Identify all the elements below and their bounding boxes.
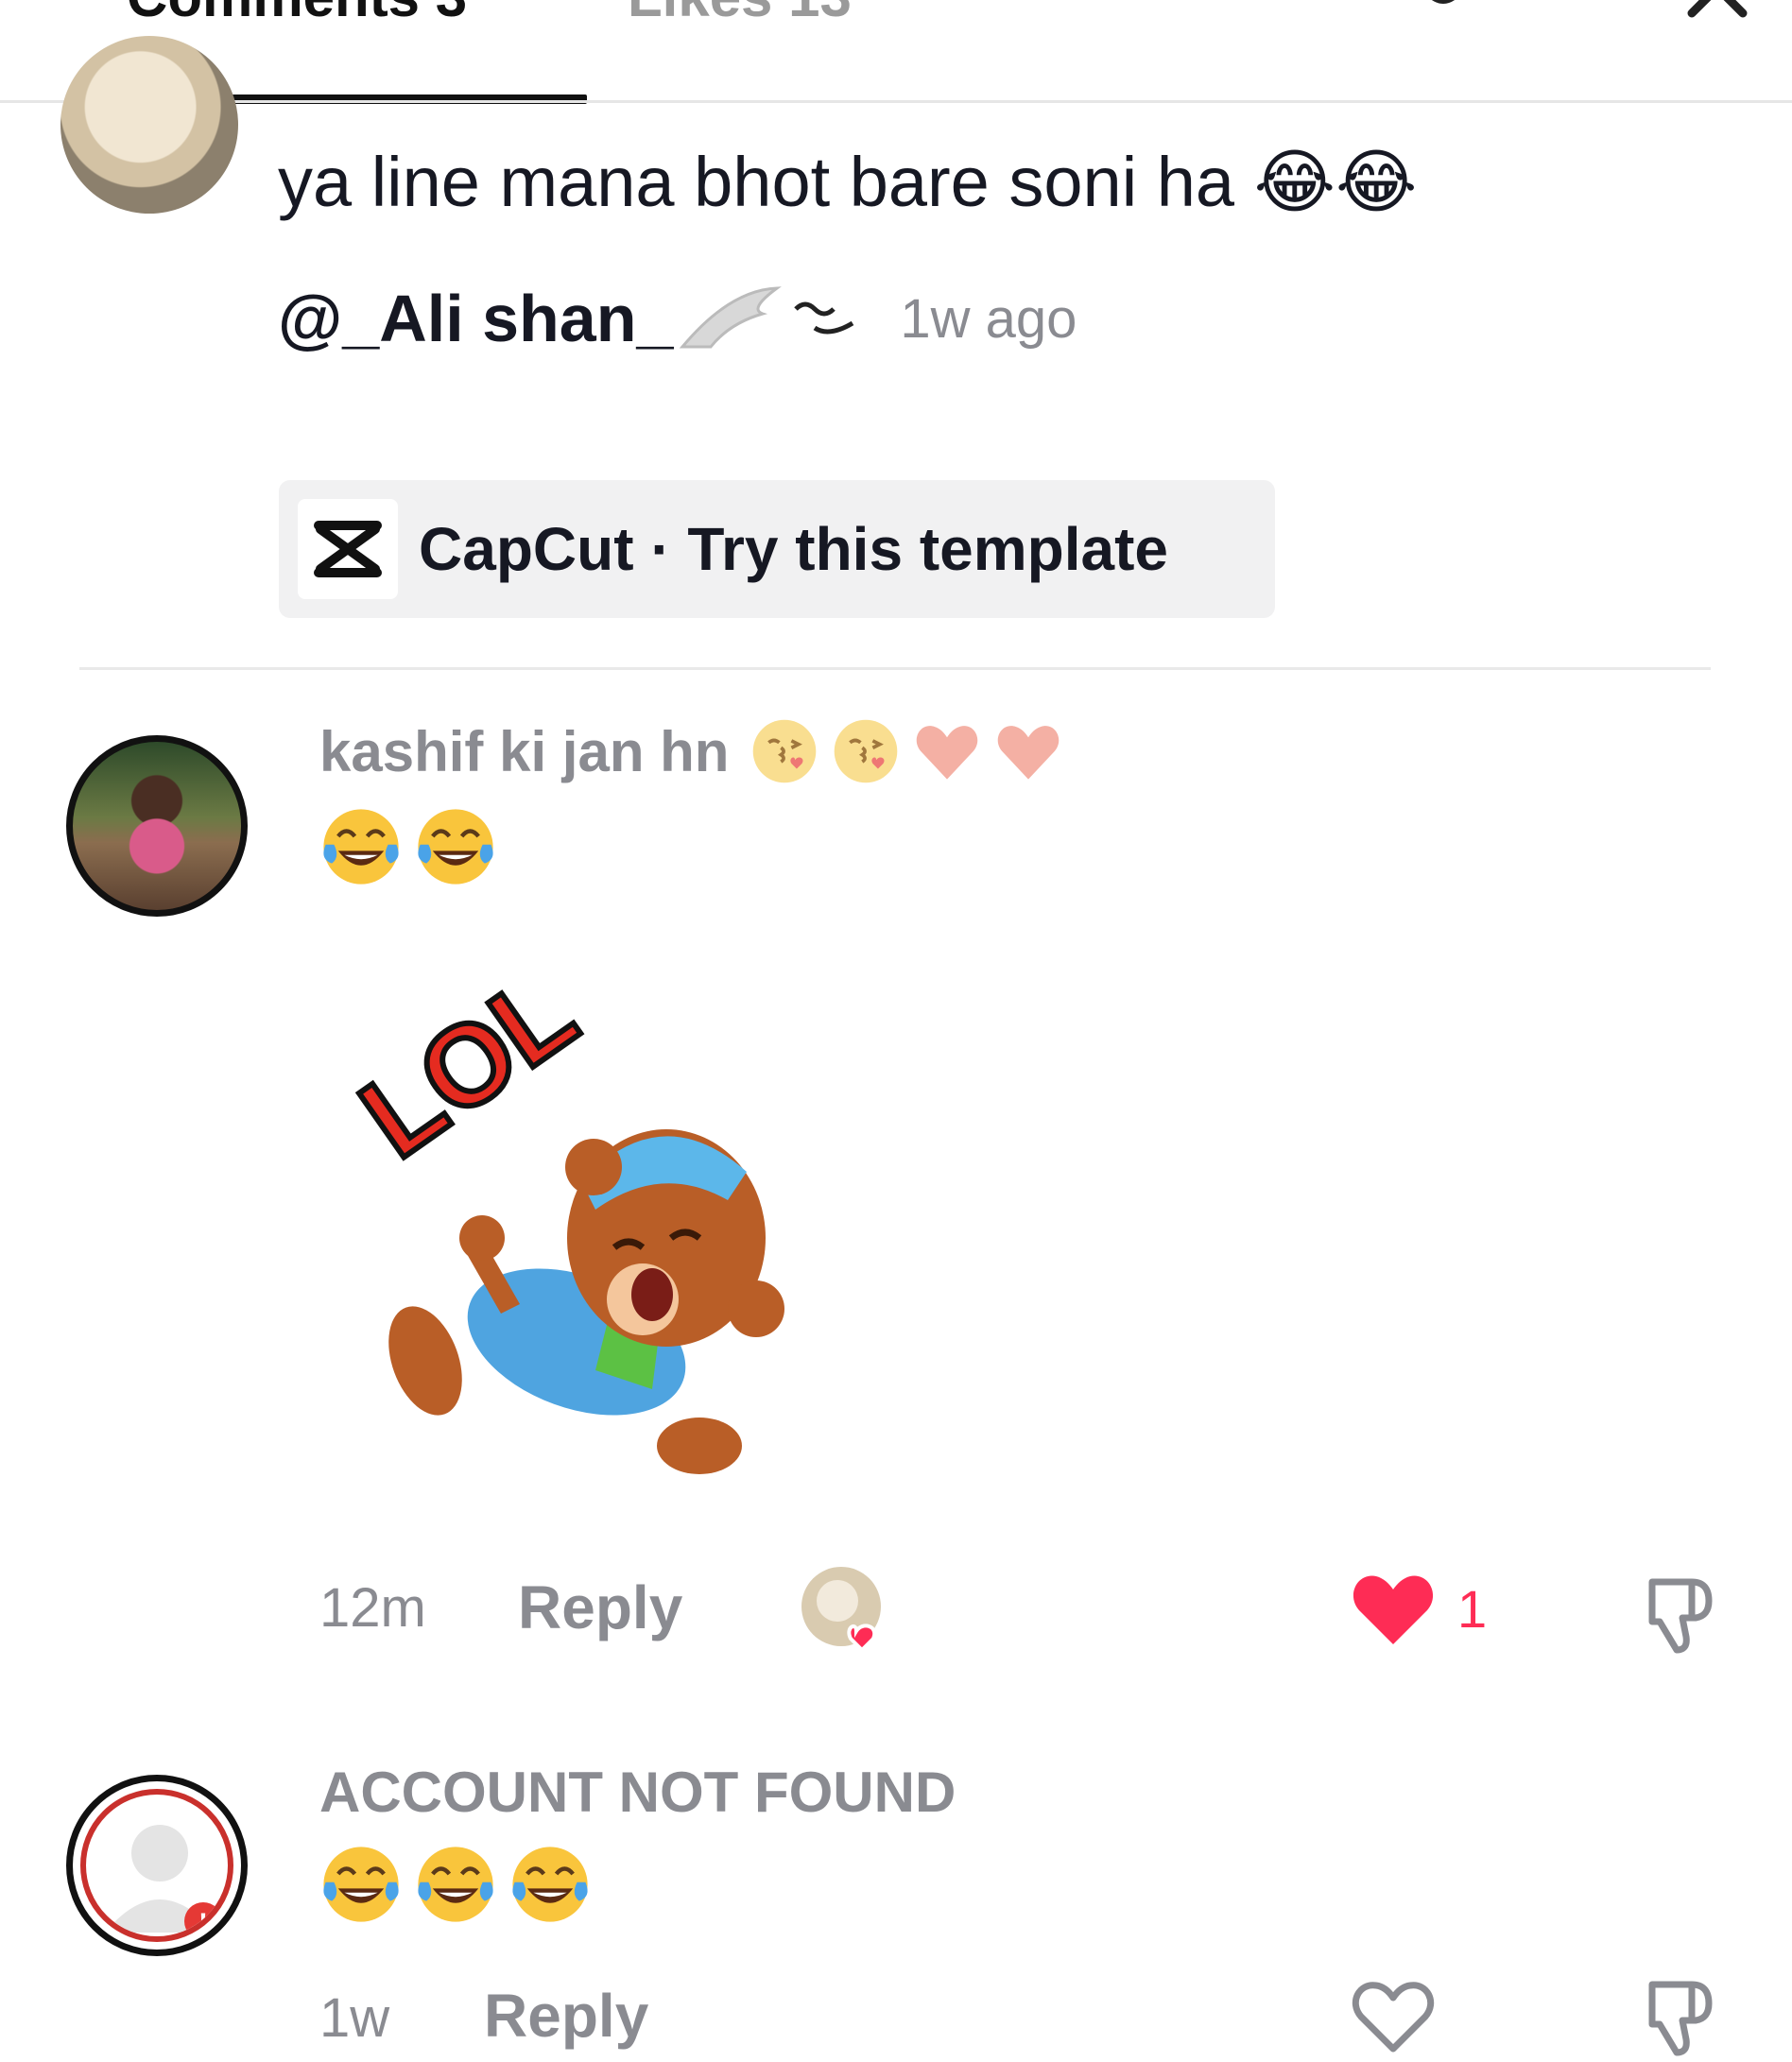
reply-button[interactable]: Reply — [484, 1981, 648, 2051]
tears-of-joy-icon — [418, 1847, 493, 1922]
capcut-logo-icon — [298, 499, 398, 599]
sticker-lol-text: LOL — [340, 954, 597, 1181]
commenter-avatar[interactable]: ! — [66, 1775, 248, 1956]
tab-comments[interactable]: Comments 3 — [127, 0, 467, 29]
default-avatar-icon: ! — [80, 1789, 233, 1942]
tears-of-joy-icon — [418, 809, 493, 885]
header-divider — [0, 100, 1792, 103]
dislike-icon[interactable] — [1633, 1971, 1724, 2062]
tab-likes[interactable]: Likes 13 — [628, 0, 852, 29]
capcut-template-chip[interactable]: CapCut · Try this template — [279, 480, 1275, 618]
tears-of-joy-icon — [323, 1847, 399, 1922]
mention-link[interactable]: @_Ali shan_ — [278, 281, 673, 356]
commenter-avatar[interactable] — [66, 735, 248, 917]
heart-filled-icon — [1353, 1575, 1434, 1644]
heart-icon — [917, 726, 978, 780]
like-count: 1 — [1457, 1578, 1488, 1639]
comment-username[interactable]: kashif ki jan hn — [319, 719, 729, 784]
comment-text — [319, 805, 508, 888]
kissing-face-icon — [753, 719, 817, 783]
comment-text — [319, 1843, 603, 1926]
description-time: 1w ago — [900, 287, 1077, 350]
comment-time: 12m — [319, 1577, 426, 1639]
svg-text:!: ! — [198, 1908, 208, 1939]
comment-username[interactable]: ACCOUNT NOT FOUND — [319, 1760, 956, 1825]
lol-bear-sticker[interactable]: LOL — [340, 954, 945, 1512]
capcut-template-label: CapCut · Try this template — [419, 515, 1168, 583]
description-meta: @_Ali shan_ 1w ago — [278, 276, 1077, 361]
like-button[interactable]: 1 — [1350, 1569, 1487, 1648]
comment-username-row: kashif ki jan hn — [319, 716, 1063, 786]
comment-time: 1w — [319, 1987, 390, 2049]
dislike-icon[interactable] — [1633, 1569, 1724, 1659]
kissing-face-icon — [835, 719, 898, 783]
close-icon[interactable] — [1684, 0, 1750, 19]
heart-outline-icon[interactable] — [1350, 1975, 1437, 2054]
mention-icon[interactable] — [1410, 0, 1476, 19]
username-emojis — [738, 716, 1063, 786]
section-divider — [79, 667, 1711, 670]
author-avatar[interactable] — [60, 36, 238, 214]
description-text: ya line mana bhot bare soni ha 😂😂 — [278, 143, 1418, 221]
creator-liked-avatar-icon — [801, 1567, 881, 1653]
wing-decoration-icon — [680, 286, 854, 349]
tears-of-joy-icon — [323, 809, 399, 885]
tears-of-joy-icon — [512, 1847, 588, 1922]
reply-button[interactable]: Reply — [518, 1572, 682, 1642]
heart-icon — [998, 726, 1060, 780]
